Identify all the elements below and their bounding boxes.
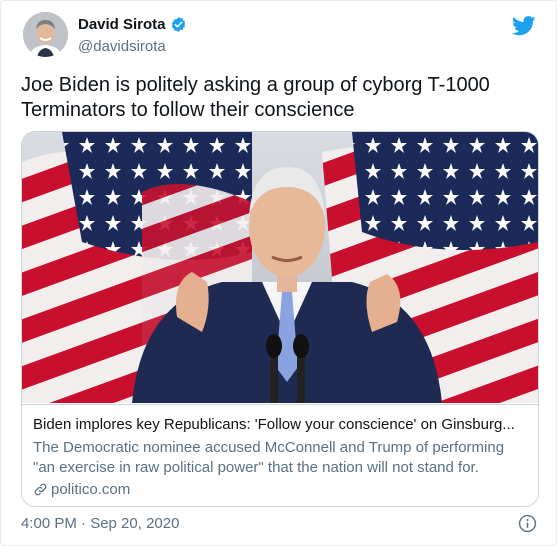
tweet-timestamp[interactable]: 4:00 PM · Sep 20, 2020 (21, 515, 179, 532)
author-display-name[interactable]: David Sirota (78, 16, 166, 33)
author-handle[interactable]: @davidsirota (78, 38, 166, 55)
tweet-card: David Sirota @davidsirota Joe Biden is p… (0, 0, 557, 546)
verified-badge-icon (171, 17, 185, 32)
link-preview-card[interactable]: Biden implores key Republicans: 'Follow … (21, 131, 539, 507)
card-description: The Democratic nominee accused McConnell… (33, 439, 505, 476)
info-icon[interactable] (518, 514, 537, 533)
card-domain[interactable]: politico.com (33, 481, 130, 498)
twitter-bird-icon[interactable] (512, 15, 536, 37)
avatar-photo (23, 12, 68, 57)
card-photo (22, 132, 538, 403)
card-image[interactable] (22, 132, 538, 403)
card-body[interactable]: Biden implores key Republicans: 'Follow … (22, 404, 538, 506)
link-icon (34, 483, 47, 496)
card-title[interactable]: Biden implores key Republicans: 'Follow … (33, 416, 529, 433)
card-domain-label[interactable]: politico.com (51, 481, 130, 498)
author-name-row[interactable]: David Sirota (78, 16, 187, 33)
avatar[interactable] (23, 12, 68, 57)
tweet-text: Joe Biden is politely asking a group of … (21, 74, 490, 121)
